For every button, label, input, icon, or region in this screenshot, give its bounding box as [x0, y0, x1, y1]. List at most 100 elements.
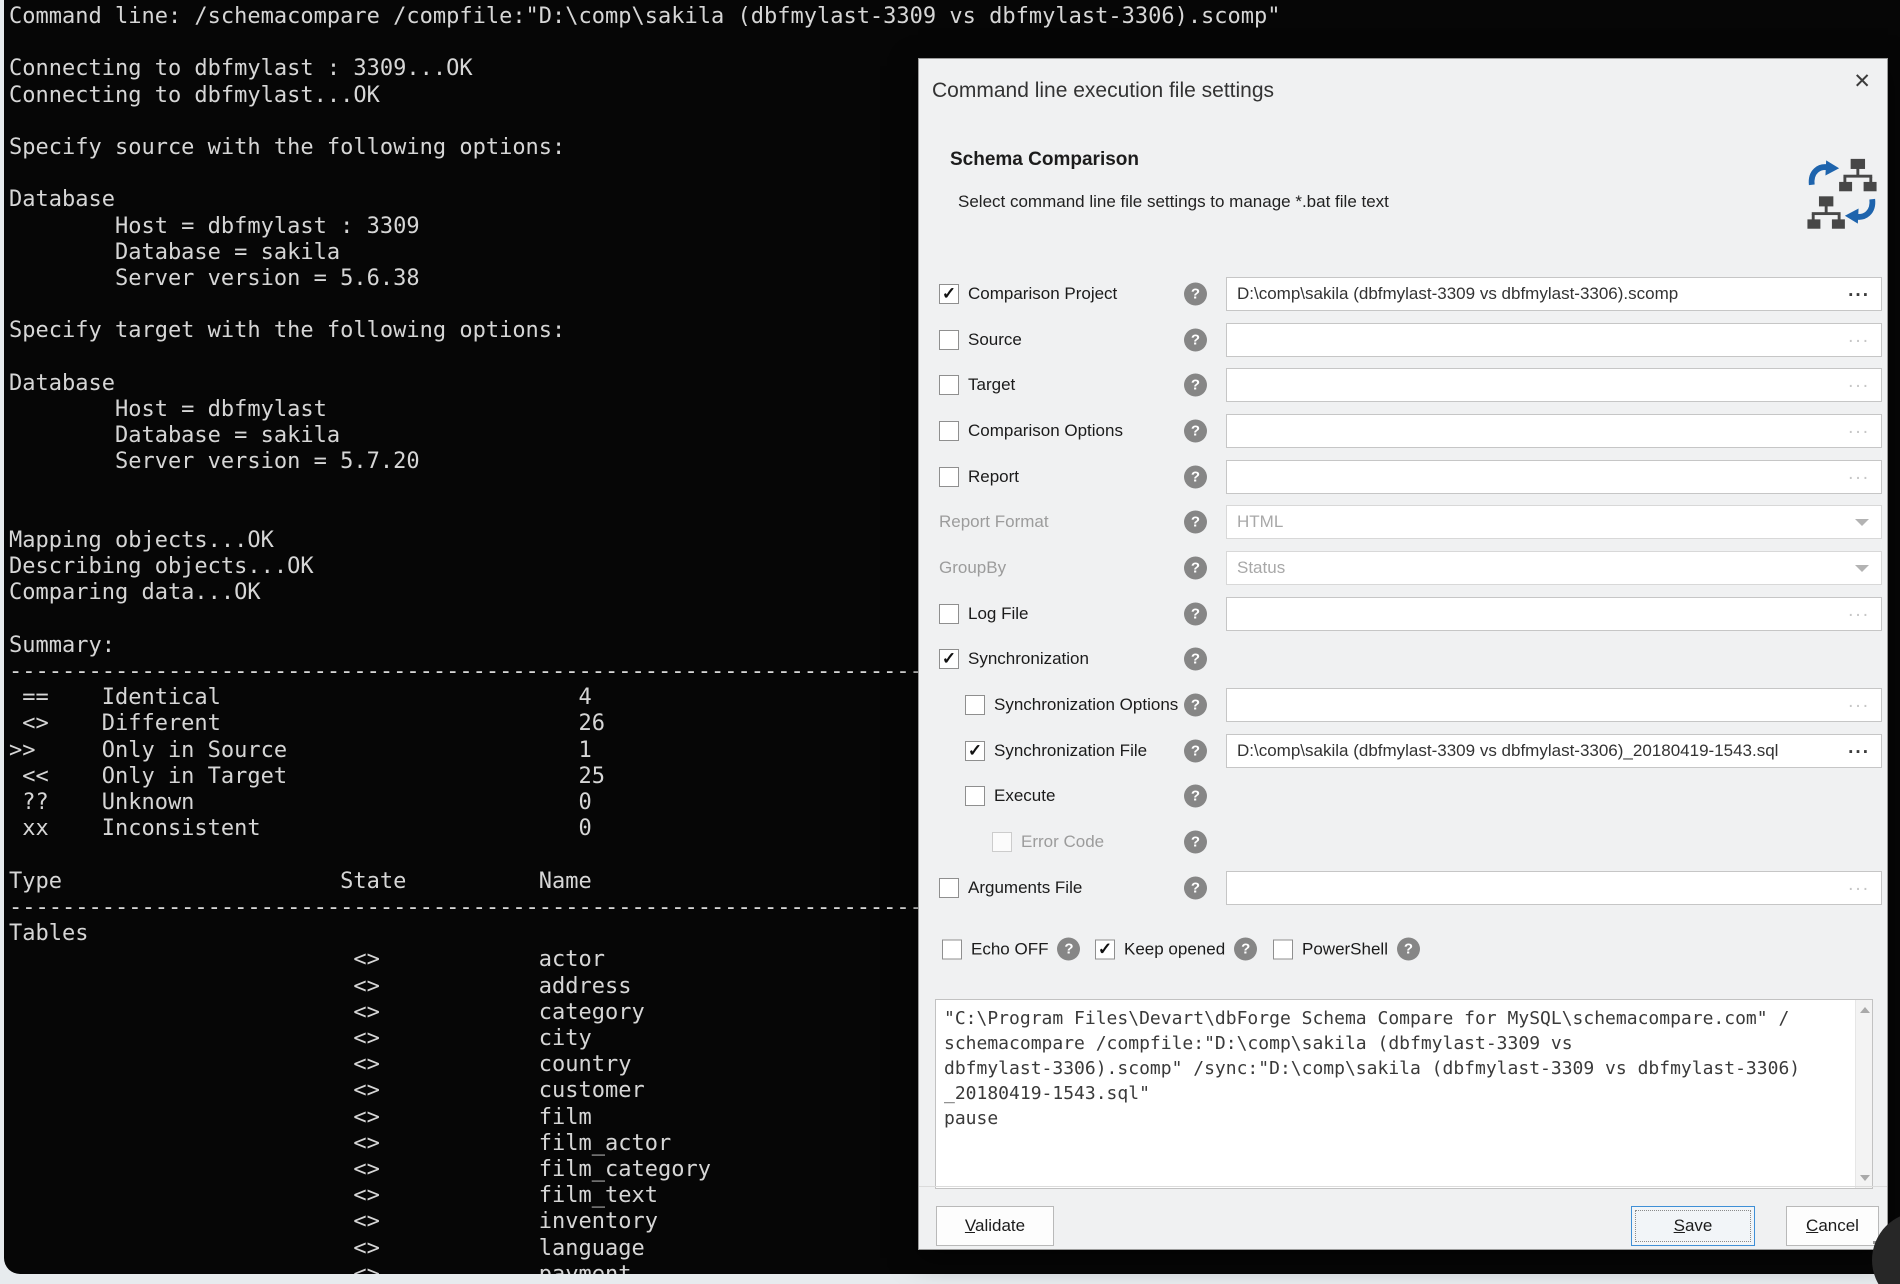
target-checkbox[interactable]	[939, 375, 959, 395]
help-icon[interactable]: ?	[1057, 938, 1080, 961]
help-icon[interactable]: ?	[1184, 739, 1207, 762]
keep-opened-label: Keep opened	[1124, 939, 1225, 959]
error-code-label: Error Code	[1021, 832, 1104, 852]
bat-file-text-box[interactable]: "C:\Program Files\Devart\dbForge Schema …	[935, 999, 1873, 1189]
target-label: Target	[968, 375, 1015, 395]
row-source: Source?...	[919, 317, 1887, 363]
help-icon[interactable]: ?	[1397, 938, 1420, 961]
source-checkbox[interactable]	[939, 330, 959, 350]
log-file-value	[1237, 598, 1845, 630]
save-button[interactable]: Save	[1631, 1206, 1755, 1246]
target-value	[1237, 369, 1845, 401]
comparison-project-input[interactable]: D:\comp\sakila (dbfmylast-3309 vs dbfmyl…	[1226, 277, 1882, 311]
help-icon[interactable]: ?	[1184, 648, 1207, 671]
row-error-code: Error Code?	[919, 819, 1887, 865]
synchronization-options-browse-button: ...	[1848, 691, 1870, 713]
groupby-value: Status	[1237, 552, 1845, 584]
dialog-title: Command line execution file settings	[932, 79, 1274, 103]
dropdown-arrow-icon	[1855, 519, 1869, 526]
synchronization-label: Synchronization	[968, 649, 1089, 669]
comparison-options-label: Comparison Options	[968, 421, 1123, 441]
report-checkbox[interactable]	[939, 467, 959, 487]
comparison-project-value: D:\comp\sakila (dbfmylast-3309 vs dbfmyl…	[1237, 278, 1845, 310]
execute-label: Execute	[994, 786, 1055, 806]
comparison-project-browse-button[interactable]: ...	[1848, 280, 1870, 302]
help-icon[interactable]: ?	[1184, 465, 1207, 488]
synchronization-checkbox[interactable]: ✓	[939, 649, 959, 669]
help-icon[interactable]: ?	[1184, 556, 1207, 579]
help-icon[interactable]: ?	[1184, 328, 1207, 351]
section-subtitle: Select command line file settings to man…	[958, 192, 1389, 212]
report-format-select: HTML	[1226, 505, 1882, 539]
report-browse-button: ...	[1848, 463, 1870, 485]
row-synchronization: ✓ Synchronization?	[919, 637, 1887, 683]
row-log-file: Log File?...	[919, 591, 1887, 637]
arguments-file-label: Arguments File	[968, 878, 1082, 898]
comparison-options-input[interactable]: ...	[1226, 414, 1882, 448]
log-file-label: Log File	[968, 604, 1028, 624]
row-comparison-project: ✓Comparison Project?D:\comp\sakila (dbfm…	[919, 271, 1887, 317]
groupby-label: GroupBy	[939, 558, 1006, 578]
settings-form: ✓Comparison Project?D:\comp\sakila (dbfm…	[919, 271, 1887, 911]
synchronization-options-checkbox[interactable]	[965, 695, 985, 715]
echo-off-option: Echo OFF?	[942, 938, 1080, 961]
row-execute: Execute?	[919, 774, 1887, 820]
comparison-options-value	[1237, 415, 1845, 447]
help-icon[interactable]: ?	[1184, 419, 1207, 442]
log-file-input[interactable]: ...	[1226, 597, 1882, 631]
powershell-checkbox[interactable]	[1273, 939, 1293, 959]
help-icon[interactable]: ?	[1184, 785, 1207, 808]
keep-opened-checkbox[interactable]: ✓	[1095, 939, 1115, 959]
execute-checkbox[interactable]	[965, 786, 985, 806]
help-icon[interactable]: ?	[1184, 831, 1207, 854]
source-value	[1237, 324, 1845, 356]
synchronization-file-input[interactable]: D:\comp\sakila (dbfmylast-3309 vs dbfmyl…	[1226, 734, 1882, 768]
synchronization-file-checkbox[interactable]: ✓	[965, 741, 985, 761]
error-code-checkbox	[992, 832, 1012, 852]
cancel-button[interactable]: Cancel	[1786, 1206, 1879, 1246]
arguments-file-input[interactable]: ...	[1226, 871, 1882, 905]
log-file-checkbox[interactable]	[939, 604, 959, 624]
help-icon[interactable]: ?	[1184, 694, 1207, 717]
arguments-file-checkbox[interactable]	[939, 878, 959, 898]
arguments-file-browse-button: ...	[1848, 874, 1870, 896]
comparison-options-checkbox[interactable]	[939, 421, 959, 441]
log-file-browse-button: ...	[1848, 600, 1870, 622]
comparison-project-checkbox[interactable]: ✓	[939, 284, 959, 304]
screenshot-stage: Command line: /schemacompare /compfile:"…	[0, 0, 1900, 1284]
row-synchronization-options: Synchronization Options?...	[919, 682, 1887, 728]
source-input[interactable]: ...	[1226, 323, 1882, 357]
row-report-format: Report Format?HTML	[919, 499, 1887, 545]
source-label: Source	[968, 330, 1022, 350]
report-label: Report	[968, 467, 1019, 487]
target-input[interactable]: ...	[1226, 368, 1882, 402]
command-line-settings-dialog: Command line execution file settings ✕ S…	[918, 58, 1888, 1250]
help-icon[interactable]: ?	[1184, 511, 1207, 534]
row-report: Report?...	[919, 454, 1887, 500]
report-value	[1237, 461, 1845, 493]
help-icon[interactable]: ?	[1184, 602, 1207, 625]
synchronization-options-input[interactable]: ...	[1226, 688, 1882, 722]
row-arguments-file: Arguments File?...	[919, 865, 1887, 911]
row-comparison-options: Comparison Options?...	[919, 408, 1887, 454]
bat-file-text[interactable]: "C:\Program Files\Devart\dbForge Schema …	[936, 1000, 1854, 1188]
synchronization-file-browse-button[interactable]: ...	[1848, 737, 1870, 759]
synchronization-options-value	[1237, 689, 1845, 721]
help-icon[interactable]: ?	[1184, 374, 1207, 397]
powershell-label: PowerShell	[1302, 939, 1388, 959]
powershell-option: PowerShell?	[1273, 938, 1420, 961]
help-icon[interactable]: ?	[1234, 938, 1257, 961]
close-icon[interactable]: ✕	[1853, 67, 1871, 97]
groupby-select: Status	[1226, 551, 1882, 585]
row-groupby: GroupBy? Status	[919, 545, 1887, 591]
report-input[interactable]: ...	[1226, 460, 1882, 494]
textarea-scrollbar[interactable]	[1855, 1000, 1872, 1188]
dropdown-arrow-icon	[1855, 565, 1869, 572]
validate-button[interactable]: Validate	[936, 1206, 1054, 1246]
help-icon[interactable]: ?	[1184, 876, 1207, 899]
help-icon[interactable]: ?	[1184, 282, 1207, 305]
synchronization-file-label: Synchronization File	[994, 741, 1147, 761]
echo-off-checkbox[interactable]	[942, 939, 962, 959]
footer-separator	[919, 1186, 1887, 1187]
report-format-value: HTML	[1237, 506, 1845, 538]
